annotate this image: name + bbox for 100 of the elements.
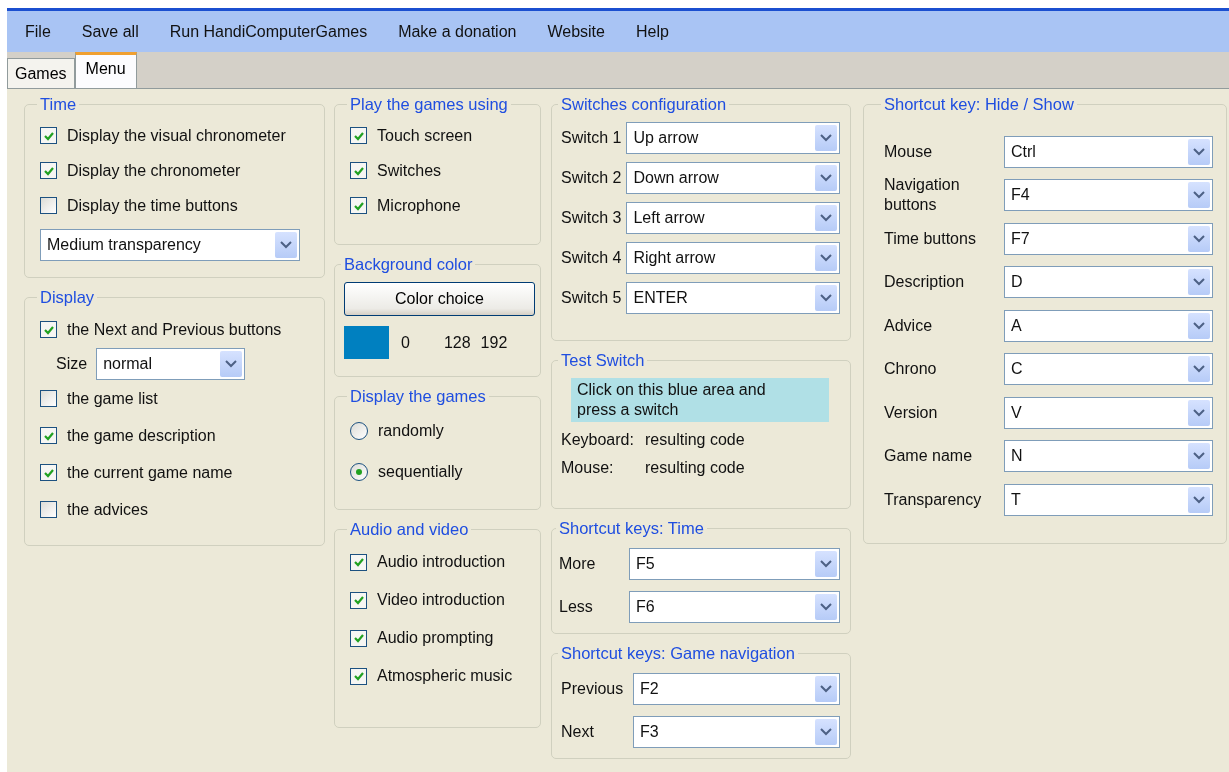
radio-button[interactable] [350, 462, 368, 481]
group-title: Display [39, 288, 96, 307]
checkbox-label: Switches [377, 161, 442, 180]
dropdown[interactable]: ENTER [626, 282, 840, 314]
menu-item[interactable]: Help [635, 22, 669, 41]
dropdown[interactable]: C [1004, 353, 1213, 386]
checkbox-label: Video introduction [377, 591, 505, 609]
checkbox-label: the game description [67, 426, 216, 445]
dropdown[interactable]: V [1004, 396, 1213, 429]
radio-button[interactable] [350, 421, 368, 440]
field-label: Version [884, 402, 939, 423]
dropdown[interactable]: T [1004, 483, 1213, 516]
checkbox-label: Display the time buttons [67, 196, 238, 215]
checkbox[interactable] [350, 162, 367, 179]
dropdown[interactable]: normal [96, 348, 246, 380]
dropdown[interactable]: Left arrow [626, 202, 840, 234]
field-label: Mouse: [561, 459, 615, 477]
checkbox-label: Display the visual chronometer [67, 126, 286, 145]
field-label: Size [56, 355, 88, 373]
tab[interactable]: Games [7, 58, 75, 88]
dropdown[interactable]: F6 [629, 590, 840, 623]
menu-item[interactable]: Website [547, 22, 605, 41]
menu-item[interactable]: Save all [81, 22, 139, 41]
checkbox[interactable] [40, 127, 57, 144]
dropdown[interactable]: F3 [633, 715, 840, 748]
field-label: Switch 2 [561, 169, 622, 187]
dropdown[interactable]: Down arrow [626, 162, 840, 194]
checkbox[interactable] [350, 667, 367, 685]
field-label: Next [561, 722, 595, 741]
checkbox-label: Display the chronometer [67, 161, 241, 180]
field-label: Navigation buttons [884, 175, 961, 216]
color-swatch [344, 326, 389, 359]
field-label: Keyboard: [561, 431, 635, 449]
checkbox-label: Audio prompting [377, 629, 494, 647]
field-label: Time buttons [884, 228, 977, 249]
group-title: Shortcut key: Hide / Show [883, 95, 1075, 114]
result-text: resulting code [645, 431, 745, 449]
checkbox-label: the Next and Previous buttons [67, 320, 282, 339]
field-label: More [559, 554, 597, 573]
field-label: Previous [561, 679, 625, 698]
checkbox[interactable] [40, 427, 57, 444]
checkbox[interactable] [40, 197, 57, 214]
checkbox[interactable] [40, 501, 57, 518]
color-value: 192 [480, 333, 508, 352]
dropdown[interactable]: F7 [1004, 222, 1213, 255]
checkbox-label: the advices [67, 500, 148, 519]
checkbox[interactable] [40, 390, 57, 407]
checkbox-label: Microphone [377, 196, 461, 215]
group-title: Audio and video [349, 520, 470, 539]
group-title: Play the games using [349, 95, 509, 114]
field-label: Description [884, 272, 966, 293]
color-choice-button[interactable]: Color choice [344, 282, 535, 316]
dropdown[interactable]: F4 [1004, 179, 1213, 212]
dropdown[interactable]: Right arrow [626, 242, 840, 274]
group-title: Test Switch [560, 351, 646, 370]
checkbox-label: Touch screen [377, 126, 473, 145]
group-title: Shortcut keys: Time [558, 519, 705, 538]
group-title: Background color [343, 255, 474, 274]
dropdown[interactable]: Ctrl [1004, 135, 1213, 168]
dropdown[interactable]: F2 [633, 672, 840, 705]
field-label: Switch 3 [561, 209, 622, 227]
group-title: Time [39, 95, 78, 114]
menu-item[interactable]: File [25, 22, 51, 41]
field-label: Chrono [884, 359, 938, 380]
result-text: resulting code [645, 459, 745, 477]
field-label: Less [559, 597, 594, 616]
menu-item[interactable]: Make a donation [398, 22, 517, 41]
field-label: Switch 1 [561, 129, 622, 147]
radio-label: sequentially [378, 462, 463, 481]
checkmark-icon [352, 632, 365, 644]
dropdown[interactable]: D [1004, 266, 1213, 299]
checkbox[interactable] [350, 127, 367, 144]
checkbox-label: the current game name [67, 463, 233, 482]
checkbox[interactable] [350, 553, 367, 571]
checkbox-label: the game list [67, 389, 158, 408]
group-title: Display the games [349, 387, 487, 406]
checkbox[interactable] [40, 162, 57, 179]
checkmark-icon [352, 594, 365, 606]
dropdown[interactable]: A [1004, 309, 1213, 342]
tab[interactable]: Menu [74, 52, 137, 88]
dropdown[interactable]: Up arrow [626, 122, 840, 154]
checkbox[interactable] [40, 321, 57, 338]
checkbox[interactable] [350, 591, 367, 609]
dropdown[interactable]: N [1004, 440, 1213, 473]
checkmark-icon [352, 556, 365, 568]
checkbox-label: Audio introduction [377, 553, 506, 571]
color-value: 0 [401, 333, 410, 352]
menu-item[interactable]: Run HandiComputerGames [169, 22, 368, 41]
group-title: Shortcut keys: Game navigation [560, 644, 796, 663]
checkbox[interactable] [350, 629, 367, 647]
dropdown[interactable]: Medium transparency [40, 229, 300, 261]
radio-label: randomly [378, 421, 444, 440]
field-label: Mouse [884, 141, 934, 162]
test-area[interactable]: Click on this blue area and press a switch [571, 378, 829, 422]
checkmark-icon [352, 670, 365, 682]
field-label: Switch 4 [561, 249, 622, 267]
checkbox[interactable] [350, 197, 367, 214]
checkbox[interactable] [40, 464, 57, 481]
dropdown[interactable]: F5 [629, 547, 840, 580]
checkbox-label: Atmospheric music [377, 667, 513, 685]
